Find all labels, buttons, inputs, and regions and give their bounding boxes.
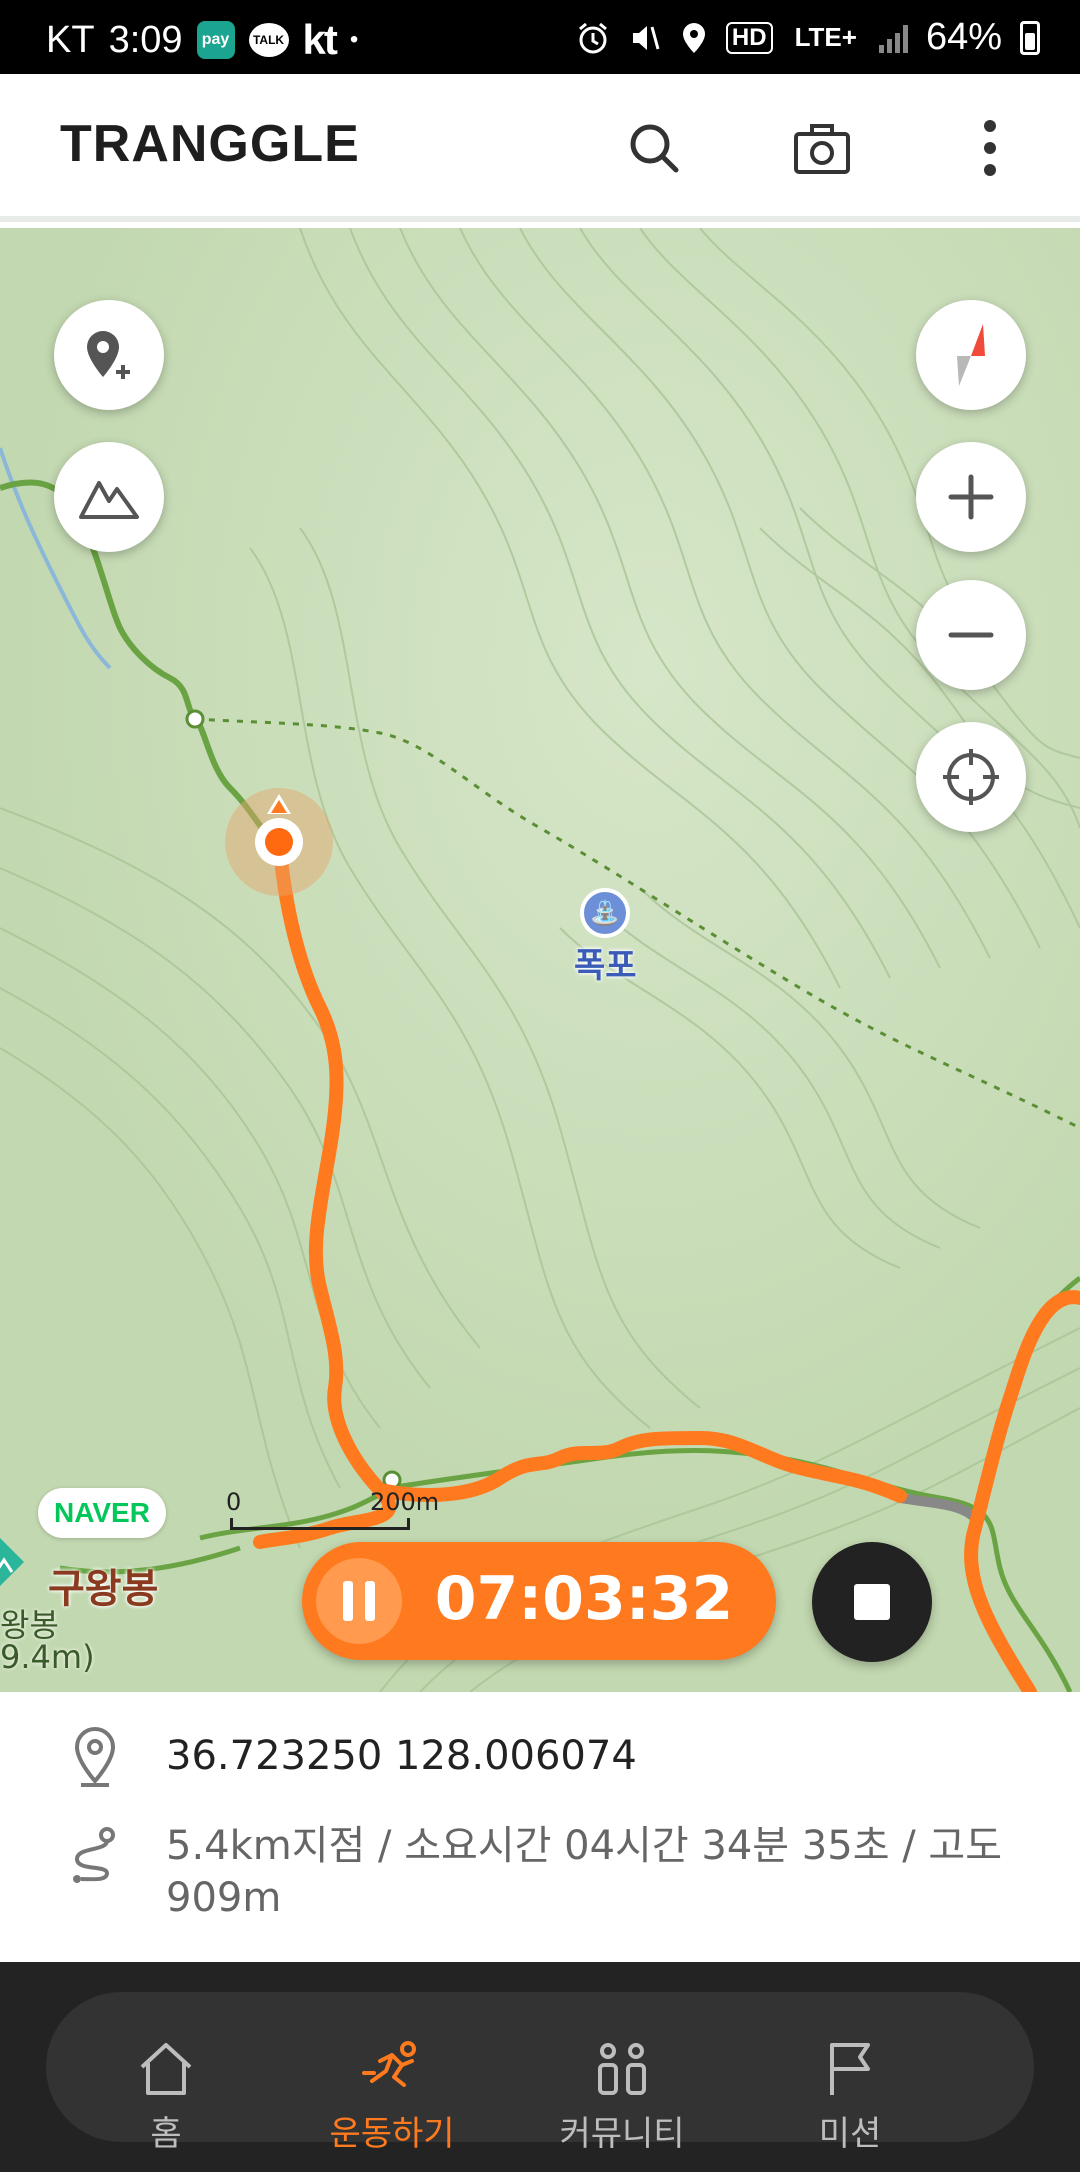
coordinates-row: 36.723250 128.006074 — [60, 1722, 637, 1792]
battery-percent: 64% — [925, 16, 1002, 58]
flag-icon — [760, 2038, 940, 2100]
status-left: KT 3:09 pay TALK kt • — [46, 16, 358, 64]
scale-start-label: 0 — [226, 1488, 242, 1516]
kt-app-icon: kt — [302, 16, 338, 63]
route-icon — [60, 1820, 130, 1890]
progress-text: 5.4km지점 / 소요시간 04시간 34분 35초 / 고도 909m — [166, 1823, 1002, 1921]
progress-row: 5.4km지점 / 소요시간 04시간 34분 35초 / 고도 909m — [60, 1820, 1026, 1924]
map-canvas — [0, 228, 1080, 1692]
location-pin-icon — [60, 1722, 130, 1792]
locate-button[interactable] — [916, 722, 1026, 832]
recording-timer: 07:03:32 — [302, 1542, 776, 1660]
zoom-out-icon — [948, 632, 994, 638]
nav-item-mission[interactable]: 미션 — [760, 2038, 940, 2155]
network-label: LTE+ — [794, 22, 857, 52]
community-icon — [532, 2038, 712, 2100]
carrier-label: KT — [46, 18, 95, 61]
mute-icon — [632, 25, 660, 50]
pause-button[interactable] — [316, 1558, 402, 1644]
more-options-button[interactable] — [952, 110, 1028, 186]
mountain-icon — [79, 481, 139, 519]
hd-badge: HD — [725, 21, 773, 54]
alarm-icon — [578, 22, 607, 53]
nav-item-community[interactable]: 커뮤니티 — [532, 2038, 712, 2155]
talk-app-icon: TALK — [248, 23, 289, 57]
location-status-icon — [682, 22, 705, 53]
home-icon — [76, 2038, 256, 2100]
elapsed-time: 07:03:32 — [434, 1564, 734, 1634]
map-view[interactable]: ⛲ 폭포 구왕봉 왕봉 9.4m) NAVER 0 200m 07:03:32 — [0, 228, 1080, 1692]
peak-label[interactable]: 구왕봉 — [48, 1556, 158, 1614]
app-header: TRANGGLE — [0, 74, 1080, 222]
nav-label-community: 커뮤니티 — [559, 2114, 685, 2154]
add-location-button[interactable] — [54, 300, 164, 410]
camera-button[interactable] — [784, 110, 860, 186]
nav-item-home[interactable]: 홈 — [76, 2038, 256, 2155]
zoom-in-icon — [948, 474, 994, 520]
poi-label: 폭포 — [574, 946, 637, 986]
zoom-out-button[interactable] — [916, 580, 1026, 690]
location-info-panel: 36.723250 128.006074 5.4km지점 / 소요시간 04시간… — [0, 1692, 1080, 1962]
compass-icon — [957, 324, 985, 386]
scale-end-label: 200m — [370, 1488, 440, 1516]
nav-label-exercise: 운동하기 — [329, 2114, 455, 2154]
stop-icon — [854, 1584, 890, 1620]
scale-bar — [230, 1518, 410, 1530]
clock: 3:09 — [108, 18, 183, 61]
stop-button[interactable] — [812, 1542, 932, 1662]
add-location-icon — [87, 331, 130, 379]
waterfall-icon: ⛲ — [580, 888, 631, 938]
signal-icon — [878, 23, 908, 53]
coordinates-text: 36.723250 128.006074 — [166, 1733, 637, 1779]
nav-label-mission: 미션 — [818, 2114, 882, 2154]
nav-pill: 홈 운동하기 커뮤니티 미션 — [46, 1992, 1034, 2154]
status-bar: KT 3:09 pay TALK kt • HD LTE+ 64% — [0, 0, 1080, 74]
waterfall-poi[interactable]: ⛲ 폭포 — [574, 888, 637, 987]
compass-button[interactable] — [916, 300, 1026, 410]
running-icon — [302, 2038, 482, 2100]
status-right: HD LTE+ 64% — [576, 16, 1040, 59]
naver-badge: NAVER — [38, 1488, 166, 1538]
pause-icon — [343, 1581, 353, 1621]
pay-app-icon: pay — [196, 21, 235, 59]
peak-altitude-label: 9.4m) — [0, 1638, 95, 1676]
search-icon — [630, 124, 679, 173]
search-button[interactable] — [616, 110, 692, 186]
bottom-nav: 홈 운동하기 커뮤니티 미션 — [0, 1962, 1080, 2172]
more-vertical-icon — [984, 120, 996, 176]
terrain-button[interactable] — [54, 442, 164, 552]
locate-icon — [943, 749, 999, 805]
app-logo: TRANGGLE — [60, 115, 360, 173]
notification-dot: • — [349, 26, 359, 53]
battery-icon — [1020, 20, 1040, 55]
nav-label-home: 홈 — [150, 2114, 182, 2154]
zoom-in-button[interactable] — [916, 442, 1026, 552]
camera-icon — [794, 124, 850, 174]
nav-item-exercise[interactable]: 운동하기 — [302, 2038, 482, 2155]
